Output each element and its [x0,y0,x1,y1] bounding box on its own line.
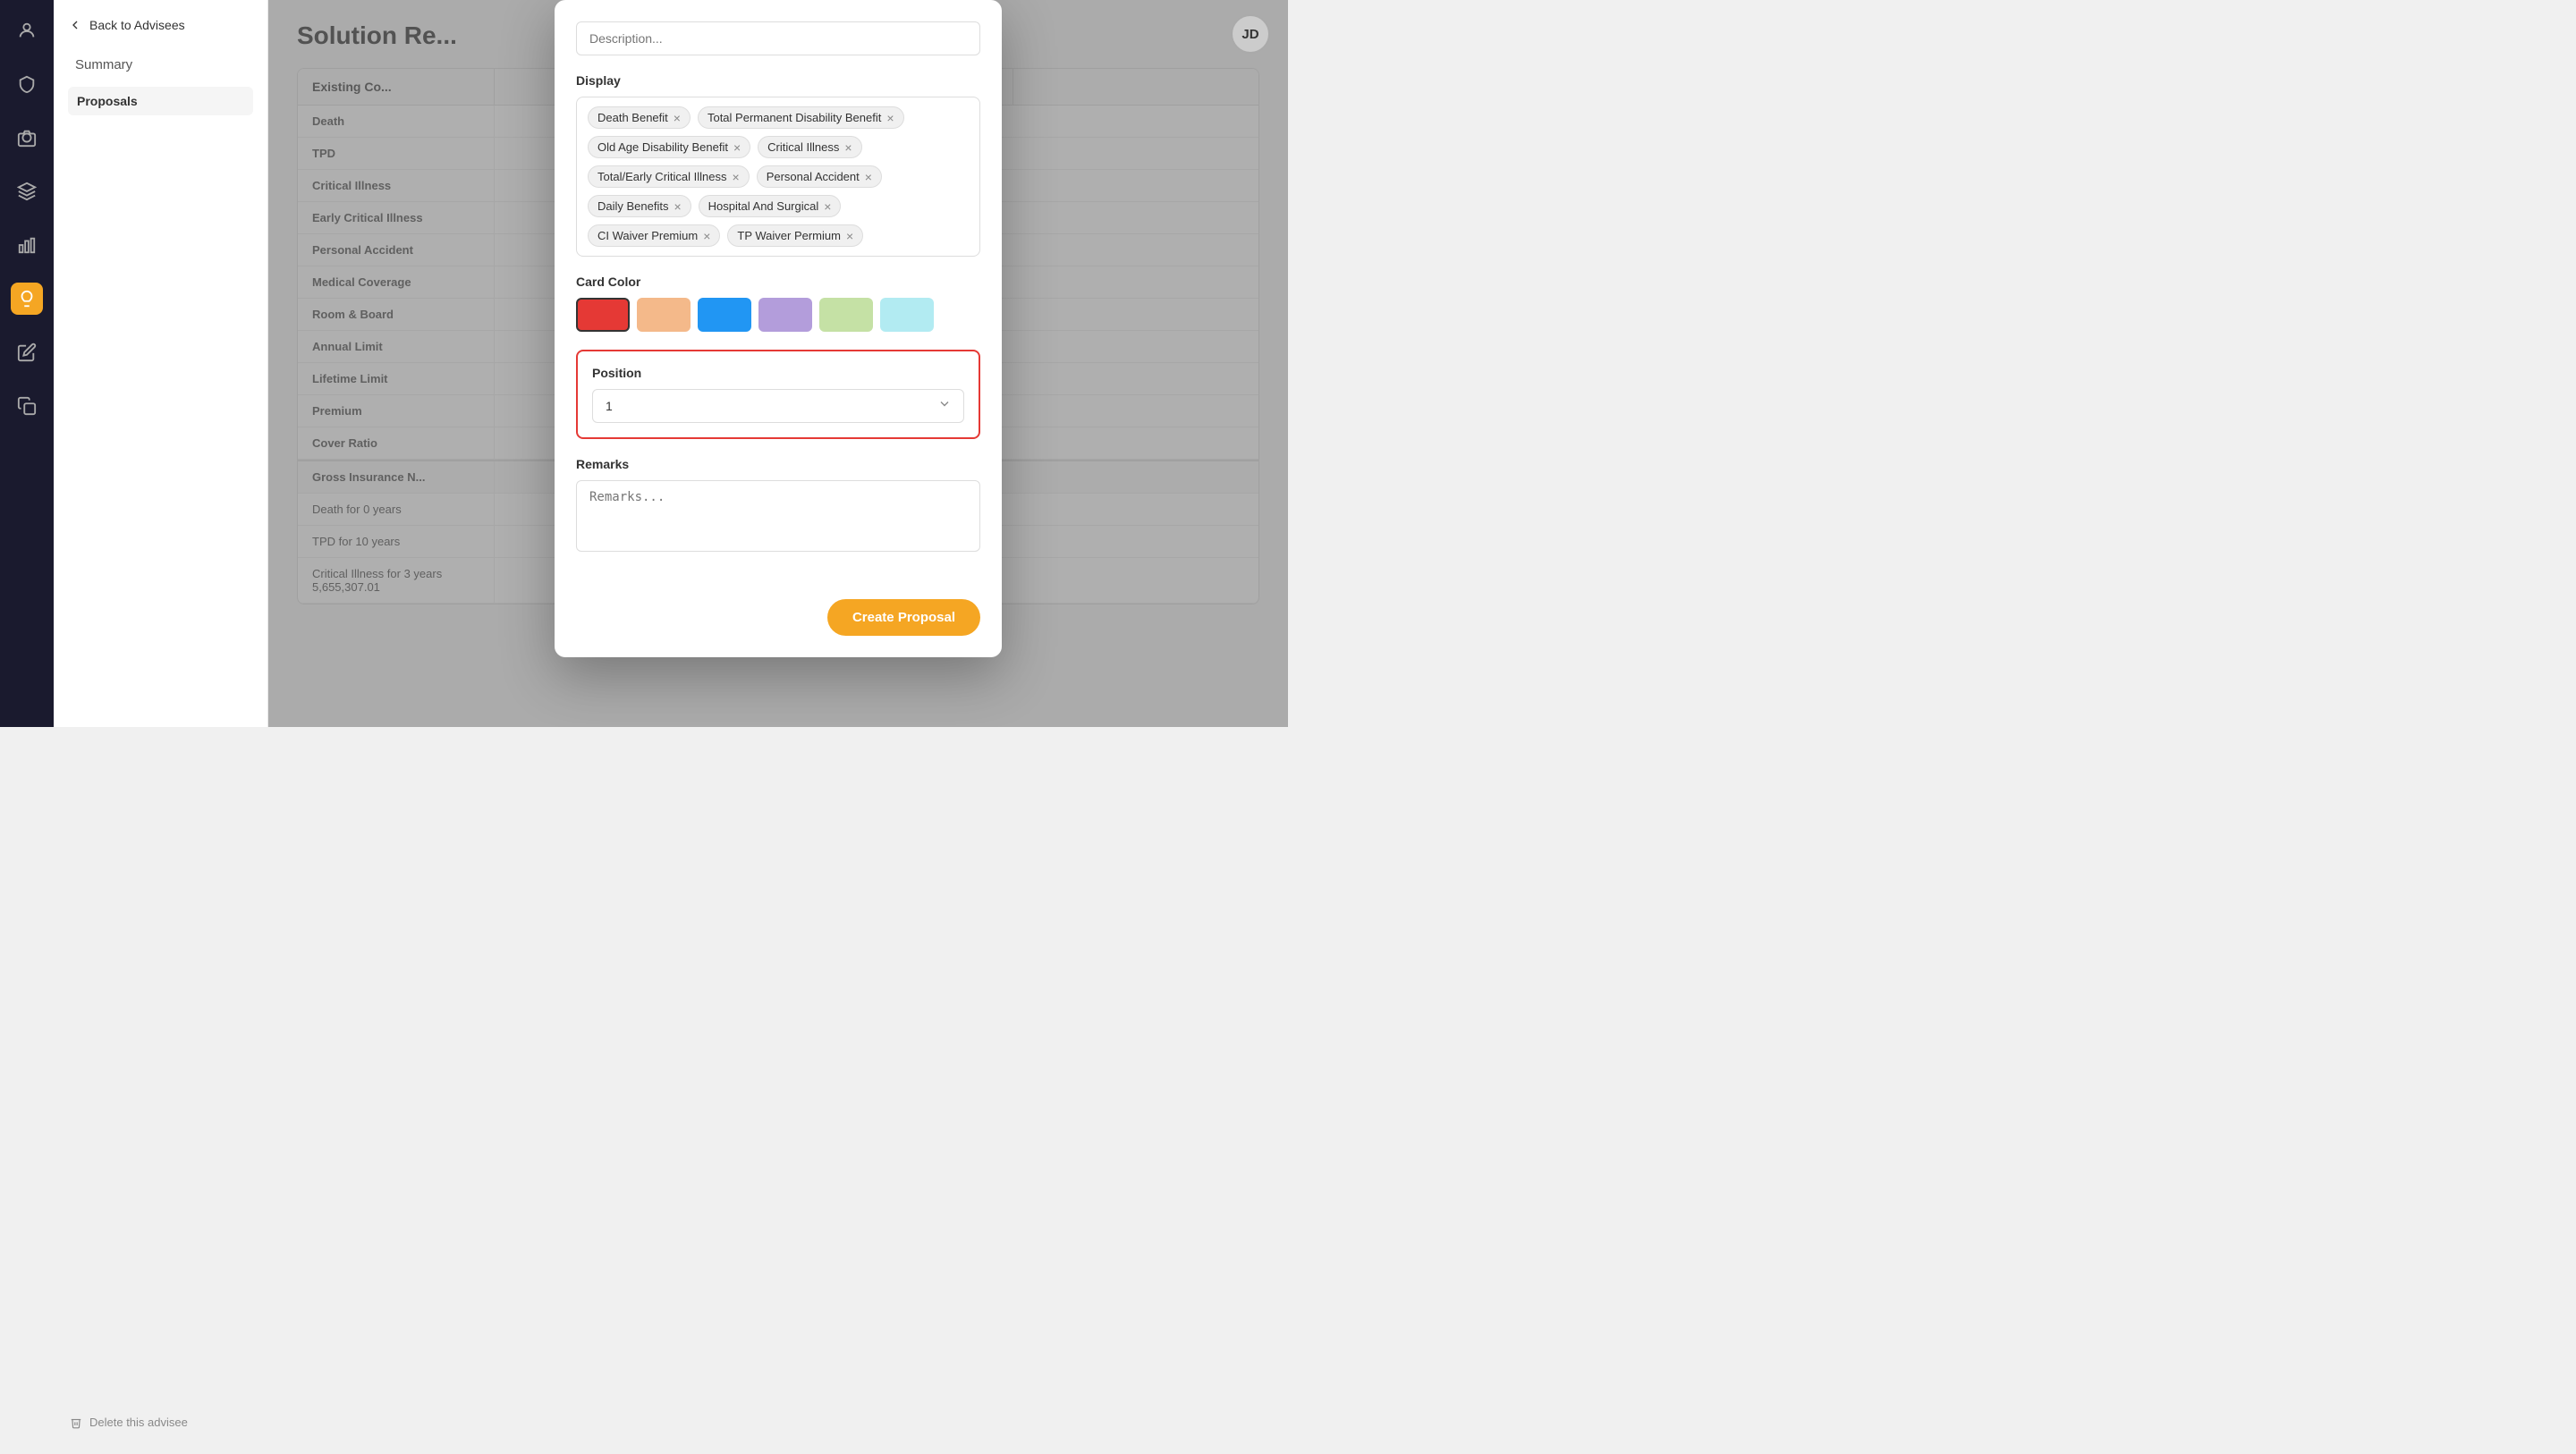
tag-remove-hospital-surgical[interactable]: × [824,200,831,213]
display-label: Display [576,73,980,88]
tag-remove-death-benefit[interactable]: × [674,112,681,124]
tag-tpd-benefit[interactable]: Total Permanent Disability Benefit × [698,106,904,129]
sidebar-layers-icon[interactable] [11,175,43,207]
sidebar [0,0,54,727]
card-color-label: Card Color [576,275,980,289]
color-swatch-peach[interactable] [637,298,691,332]
tag-remove-ci-waiver[interactable]: × [703,230,710,242]
left-panel: Back to Advisees Summary Proposals Delet… [54,0,268,727]
color-swatch-light-blue[interactable] [880,298,934,332]
description-input[interactable] [576,21,980,55]
sidebar-shield-icon[interactable] [11,68,43,100]
sidebar-copy-icon[interactable] [11,390,43,422]
sidebar-user-icon[interactable] [11,14,43,46]
sidebar-chart-icon[interactable] [11,229,43,261]
display-section: Display Death Benefit × Total Permanent … [576,73,980,257]
tag-tp-waiver[interactable]: TP Waiver Permium × [727,224,863,247]
color-swatch-light-green[interactable] [819,298,873,332]
modal-body: Display Death Benefit × Total Permanent … [555,0,1002,599]
tag-hospital-surgical[interactable]: Hospital And Surgical × [699,195,842,217]
sidebar-edit-icon[interactable] [11,336,43,368]
main-content: Solution Re... Existing Co... Death TPD … [268,0,1288,727]
tag-death-benefit[interactable]: Death Benefit × [588,106,691,129]
modal-overlay: Display Death Benefit × Total Permanent … [268,0,1288,727]
card-color-section: Card Color [576,275,980,332]
position-select[interactable]: 1 2 3 4 5 [592,389,964,423]
tag-personal-accident[interactable]: Personal Accident × [757,165,882,188]
tag-critical-illness[interactable]: Critical Illness × [758,136,861,158]
remarks-section: Remarks [576,457,980,556]
color-swatch-red[interactable] [576,298,630,332]
proposals-nav-item[interactable]: Proposals [68,87,253,115]
tag-daily-benefits[interactable]: Daily Benefits × [588,195,691,217]
tag-ci-waiver[interactable]: CI Waiver Premium × [588,224,720,247]
create-proposal-modal: Display Death Benefit × Total Permanent … [555,0,1002,657]
modal-footer: Create Proposal [555,599,1002,657]
tag-remove-total-early-ci[interactable]: × [733,171,740,183]
tag-old-age[interactable]: Old Age Disability Benefit × [588,136,750,158]
avatar[interactable]: JD [1231,14,1270,54]
tag-remove-critical-illness[interactable]: × [844,141,852,154]
tag-remove-old-age[interactable]: × [733,141,741,154]
sidebar-lightbulb-icon[interactable] [11,283,43,315]
sidebar-camera-icon[interactable] [11,122,43,154]
color-options [576,298,980,332]
tag-remove-daily-benefits[interactable]: × [674,200,681,213]
tag-remove-personal-accident[interactable]: × [865,171,872,183]
position-select-wrapper: 1 2 3 4 5 [592,389,964,423]
tag-total-early-ci[interactable]: Total/Early Critical Illness × [588,165,750,188]
color-swatch-blue[interactable] [698,298,751,332]
tag-remove-tpd-benefit[interactable]: × [886,112,894,124]
back-to-advisees-link[interactable]: Back to Advisees [68,18,253,32]
tags-container: Death Benefit × Total Permanent Disabili… [576,97,980,257]
back-label: Back to Advisees [89,18,185,32]
position-label: Position [592,366,964,380]
tag-remove-tp-waiver[interactable]: × [846,230,853,242]
create-proposal-button[interactable]: Create Proposal [827,599,980,636]
remarks-textarea[interactable] [576,480,980,552]
remarks-label: Remarks [576,457,980,471]
position-section: Position 1 2 3 4 5 [576,350,980,439]
color-swatch-lavender[interactable] [758,298,812,332]
summary-nav-title: Summary [68,54,253,76]
